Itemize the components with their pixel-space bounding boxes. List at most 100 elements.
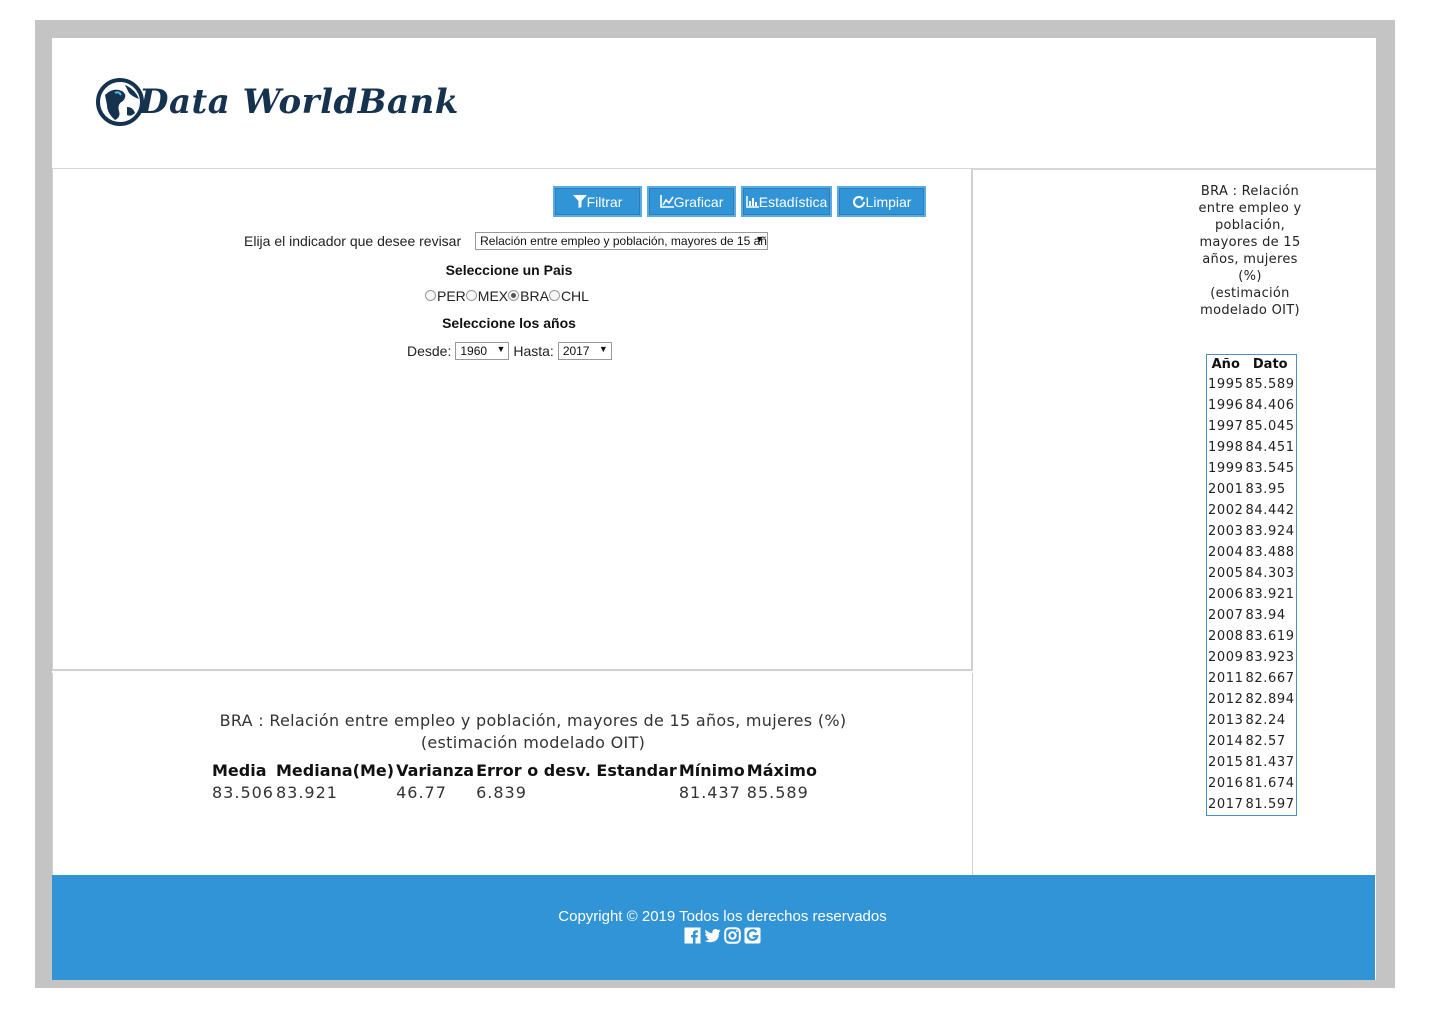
- year-cell: 1999: [1208, 461, 1244, 476]
- radio-label-per: PER: [437, 288, 466, 304]
- table-row: 2002 84.442: [1207, 500, 1297, 521]
- value-cell: 83.94: [1245, 608, 1286, 623]
- year-cell: 1996: [1208, 398, 1244, 413]
- table-row: 1998 84.451: [1207, 437, 1297, 458]
- google-icon[interactable]: [744, 927, 761, 944]
- col-header-value: Dato: [1252, 357, 1288, 372]
- table-row: 2004 83.488: [1207, 542, 1297, 563]
- stat-header-maximo: Máximo: [746, 761, 817, 780]
- value-cell: 83.923: [1245, 650, 1295, 665]
- indicator-select[interactable]: Relación entre empleo y población, mayor…: [475, 232, 769, 250]
- year-cell: 2015: [1208, 755, 1244, 770]
- value-cell: 82.894: [1245, 692, 1295, 707]
- year-cell: 2003: [1208, 524, 1244, 539]
- table-row: 2006 83.921: [1207, 584, 1297, 605]
- limpiar-button[interactable]: Limpiar: [837, 186, 926, 217]
- desde-select[interactable]: 1960 ▼: [455, 342, 510, 360]
- radio-mex[interactable]: [465, 289, 477, 301]
- year-cell: 2012: [1208, 692, 1244, 707]
- data-table-header-row: Año Dato: [1207, 355, 1297, 375]
- year-cell: 2004: [1208, 545, 1244, 560]
- radio-label-chl: CHL: [560, 288, 589, 304]
- year-cell: 1997: [1208, 419, 1244, 434]
- value-cell: 82.57: [1245, 734, 1286, 749]
- value-cell: 83.924: [1245, 524, 1295, 539]
- instagram-icon[interactable]: [724, 927, 741, 944]
- line-chart-icon: [659, 195, 674, 208]
- table-row: 1996 84.406: [1207, 395, 1297, 416]
- value-cell: 83.921: [1245, 587, 1295, 602]
- value-cell: 84.442: [1245, 503, 1295, 518]
- dropdown-arrow-icon: ▼: [496, 344, 506, 354]
- page-container: Data WorldBank Filtrar Graficar Estadíst…: [52, 38, 1376, 980]
- desde-label: Desde:: [407, 343, 452, 359]
- facebook-icon[interactable]: [684, 927, 701, 944]
- value-cell: 81.597: [1245, 796, 1295, 812]
- indicator-label: Elija el indicador que desee revisar: [244, 233, 462, 249]
- stat-value-minimo: 81.437: [678, 783, 741, 802]
- year-cell: 2009: [1208, 650, 1244, 665]
- radio-label-mex: MEX: [477, 288, 509, 304]
- value-cell: 83.619: [1245, 629, 1295, 644]
- radio-chl[interactable]: [548, 289, 560, 301]
- value-cell: 85.589: [1245, 377, 1295, 392]
- refresh-icon: [852, 195, 865, 208]
- radio-bra[interactable]: [508, 289, 520, 301]
- data-table-body: 1995 85.589 1996 84.406 1997 85.045 1998 84.451…: [1207, 374, 1297, 815]
- radio-label-bra: BRA: [520, 288, 549, 304]
- copyright-text: Copyright © 2019 Todos los derechos rese…: [558, 908, 887, 925]
- radio-per[interactable]: [425, 289, 436, 301]
- year-cell: 2005: [1208, 566, 1244, 581]
- value-cell: 84.406: [1245, 398, 1295, 413]
- statistics-title: BRA : Relación entre empleo y población,…: [219, 711, 847, 752]
- stat-value-error: 6.839: [476, 783, 527, 802]
- country-radio-group: PER MEX BRA CHL: [425, 288, 589, 304]
- hasta-select[interactable]: 2017 ▼: [557, 342, 612, 360]
- filtrar-label: Filtrar: [586, 193, 623, 210]
- stat-header-minimo: Mínimo: [678, 761, 745, 780]
- value-cell: 83.488: [1245, 545, 1295, 560]
- graficar-button[interactable]: Graficar: [647, 186, 736, 217]
- estadistica-button[interactable]: Estadística: [741, 186, 832, 217]
- year-cell: 2008: [1208, 629, 1244, 644]
- stat-header-error: Error o desv. Estandar: [476, 761, 677, 780]
- filtrar-button[interactable]: Filtrar: [553, 186, 642, 217]
- value-cell: 84.303: [1245, 566, 1295, 581]
- value-cell: 85.045: [1245, 419, 1295, 434]
- data-table-title: BRA : Relación entre empleo y población,…: [1198, 184, 1302, 318]
- table-row: 2011 82.667: [1207, 668, 1297, 689]
- data-table: Año Dato 1995 85.589 1996 84.406 1997 85.045 1…: [1206, 354, 1297, 816]
- year-cell: 2013: [1208, 713, 1244, 728]
- table-row: 2013 82.24: [1207, 710, 1297, 731]
- hasta-value: 2017: [562, 344, 590, 358]
- site-footer: Copyright © 2019 Todos los derechos rese…: [52, 875, 1375, 980]
- statistics-table: Media Mediana(Me) Varianza Error o desv.…: [212, 761, 819, 802]
- indicator-row: Elija el indicador que desee revisar Rel…: [244, 232, 769, 250]
- statistics-value-row: 83.506 83.921 46.77 6.839 81.437 85.589: [212, 780, 819, 802]
- limpiar-label: Limpiar: [865, 193, 912, 210]
- toolbar: Filtrar Graficar Estadística Limpiar: [553, 186, 926, 217]
- dropdown-arrow-icon: ▼: [598, 344, 608, 354]
- value-cell: 83.545: [1245, 461, 1295, 476]
- logo[interactable]: Data WorldBank: [95, 74, 459, 130]
- value-cell: 81.437: [1245, 755, 1295, 770]
- data-panel: BRA : Relación entre empleo y población,…: [973, 169, 1376, 875]
- year-cell: 2011: [1208, 671, 1244, 686]
- table-row: 2009 83.923: [1207, 647, 1297, 668]
- value-cell: 82.24: [1245, 713, 1286, 728]
- year-cell: 2001: [1208, 482, 1244, 497]
- statistics-panel: BRA : Relación entre empleo y población,…: [52, 673, 973, 875]
- stat-value-mediana: 83.921: [275, 783, 338, 802]
- table-row: 2007 83.94: [1207, 605, 1297, 626]
- value-cell: 81.674: [1245, 776, 1295, 791]
- hasta-label: Hasta:: [513, 343, 554, 359]
- desde-value: 1960: [460, 344, 488, 358]
- table-row: 2003 83.924: [1207, 521, 1297, 542]
- dropdown-arrow-icon: ▼: [755, 234, 765, 244]
- year-cell: 1995: [1208, 377, 1244, 392]
- graficar-label: Graficar: [673, 193, 724, 210]
- twitter-icon[interactable]: [704, 927, 721, 944]
- filter-icon: [572, 195, 587, 208]
- table-row: 2016 81.674: [1207, 773, 1297, 794]
- table-row: 1999 83.545: [1207, 458, 1297, 479]
